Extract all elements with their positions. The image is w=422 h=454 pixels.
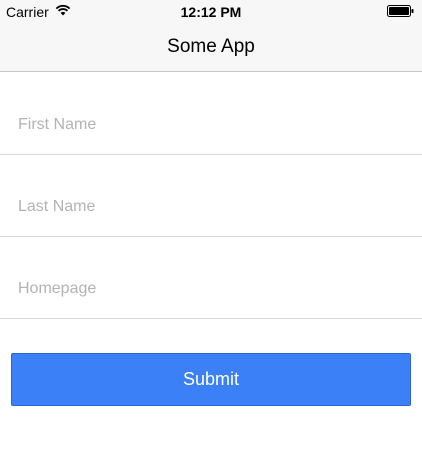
first-name-field[interactable] xyxy=(18,113,408,137)
last-name-field[interactable] xyxy=(18,195,408,219)
app-screen: Carrier 12:12 PM Some App Submit xyxy=(0,0,422,454)
homepage-field[interactable] xyxy=(18,277,408,301)
status-bar: Carrier 12:12 PM xyxy=(0,0,422,24)
top-bar: Carrier 12:12 PM Some App xyxy=(0,0,422,72)
homepage-row xyxy=(0,237,422,319)
last-name-row xyxy=(0,155,422,237)
status-time: 12:12 PM xyxy=(180,4,242,20)
battery-icon xyxy=(387,5,414,17)
nav-title: Some App xyxy=(167,36,255,57)
first-name-row xyxy=(0,73,422,155)
signup-form xyxy=(0,73,422,319)
submit-button[interactable]: Submit xyxy=(11,353,411,406)
